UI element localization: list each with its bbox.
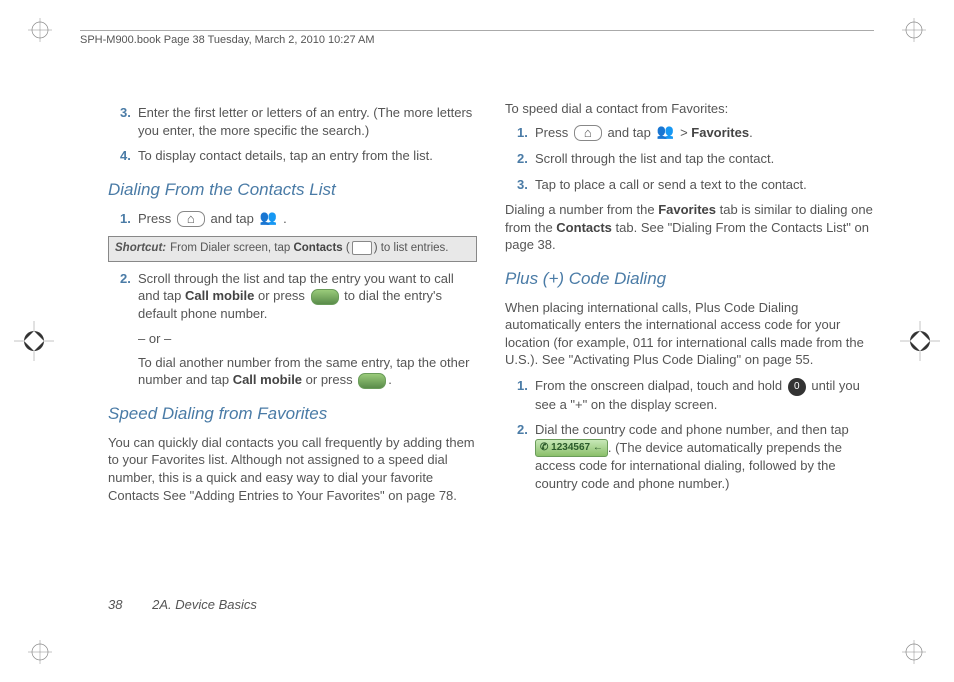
text: . — [388, 372, 392, 387]
contacts-icon — [656, 124, 674, 142]
text: From Dialer screen, tap — [170, 242, 293, 254]
talk-key-icon — [311, 289, 339, 305]
paragraph: To speed dial a contact from Favorites: — [505, 100, 874, 118]
step-number: 2. — [517, 421, 535, 492]
list-item: 4. To display contact details, tap an en… — [120, 147, 477, 165]
section-heading: Dialing From the Contacts List — [108, 179, 477, 202]
contacts-card-icon — [352, 241, 372, 255]
crop-mark — [902, 640, 926, 664]
text: or press — [302, 372, 356, 387]
text-bold: Call mobile — [233, 372, 302, 387]
text: Dial the country code and phone number, … — [535, 422, 849, 437]
or-separator: – or – — [138, 330, 477, 348]
text: and tap — [604, 125, 655, 140]
step-number: 2. — [120, 270, 138, 323]
right-column: To speed dial a contact from Favorites: … — [505, 100, 874, 592]
contacts-icon — [259, 210, 277, 228]
paragraph: Dialing a number from the Favorites tab … — [505, 201, 874, 254]
zero-key-icon: 0 — [788, 378, 806, 396]
step-number: 1. — [517, 377, 535, 413]
dial-bar-icon: ✆ 1234567 ← — [535, 439, 608, 457]
text: ) to list entries. — [374, 242, 449, 254]
step-text: Enter the first letter or letters of an … — [138, 104, 477, 139]
step-text: Dial the country code and phone number, … — [535, 421, 874, 492]
list-item: 3. Tap to place a call or send a text to… — [517, 176, 874, 194]
step-text: Scroll through the list and tap the entr… — [138, 270, 477, 323]
page-content: 3. Enter the first letter or letters of … — [108, 100, 874, 592]
step-number: 1. — [517, 124, 535, 143]
section-heading: Speed Dialing from Favorites — [108, 403, 477, 426]
page-footer: 38 2A. Device Basics — [108, 597, 257, 612]
home-icon — [574, 125, 602, 141]
shortcut-note: Shortcut: From Dialer screen, tap Contac… — [108, 236, 477, 262]
crop-mark — [900, 321, 940, 361]
paragraph: When placing international calls, Plus C… — [505, 299, 874, 369]
list-item: 3. Enter the first letter or letters of … — [120, 104, 477, 139]
text: . — [749, 125, 753, 140]
text-bold: Favorites — [691, 125, 749, 140]
list-item: 1. Press and tap > Favorites. — [517, 124, 874, 143]
crop-mark — [28, 640, 52, 664]
step-text: Tap to place a call or send a text to th… — [535, 176, 874, 194]
shortcut-label: Shortcut: — [115, 241, 166, 257]
text: ( — [343, 242, 350, 254]
text: Press — [138, 211, 175, 226]
step-number: 2. — [517, 150, 535, 168]
section-heading: Plus (+) Code Dialing — [505, 268, 874, 291]
crop-mark — [14, 321, 54, 361]
crop-mark — [28, 18, 52, 42]
text: > — [676, 125, 691, 140]
text: . — [283, 211, 287, 226]
text: Dialing a number from the — [505, 202, 658, 217]
text: or press — [254, 288, 308, 303]
step-number: 4. — [120, 147, 138, 165]
step-text: To display contact details, tap an entry… — [138, 147, 477, 165]
step-text: Scroll through the list and tap the cont… — [535, 150, 874, 168]
footer-section: 2A. Device Basics — [152, 597, 257, 612]
step-number: 3. — [120, 104, 138, 139]
text: From the onscreen dialpad, touch and hol… — [535, 378, 786, 393]
left-column: 3. Enter the first letter or letters of … — [108, 100, 477, 592]
step-number: 3. — [517, 176, 535, 194]
text-bold: Contacts — [293, 242, 342, 254]
step-text: To dial another number from the same ent… — [138, 354, 477, 389]
list-item: 1. From the onscreen dialpad, touch and … — [517, 377, 874, 413]
page-header: SPH-M900.book Page 38 Tuesday, March 2, … — [80, 30, 874, 46]
list-item: 1. Press and tap . — [120, 210, 477, 229]
paragraph: You can quickly dial contacts you call f… — [108, 434, 477, 504]
text-bold: Call mobile — [185, 288, 254, 303]
page-number: 38 — [108, 597, 122, 612]
list-item: 2. Scroll through the list and tap the c… — [517, 150, 874, 168]
talk-key-icon — [358, 373, 386, 389]
text-bold: Contacts — [556, 220, 612, 235]
shortcut-text: From Dialer screen, tap Contacts ( ) to l… — [170, 241, 470, 257]
text-bold: Favorites — [658, 202, 716, 217]
step-number: 1. — [120, 210, 138, 229]
step-text: Press and tap > Favorites. — [535, 124, 874, 143]
home-icon — [177, 211, 205, 227]
text: and tap — [210, 211, 257, 226]
list-item: 2. Scroll through the list and tap the e… — [120, 270, 477, 323]
text: Press — [535, 125, 572, 140]
crop-mark — [902, 18, 926, 42]
step-text: From the onscreen dialpad, touch and hol… — [535, 377, 874, 413]
list-item: 2. Dial the country code and phone numbe… — [517, 421, 874, 492]
step-text: Press and tap . — [138, 210, 477, 229]
